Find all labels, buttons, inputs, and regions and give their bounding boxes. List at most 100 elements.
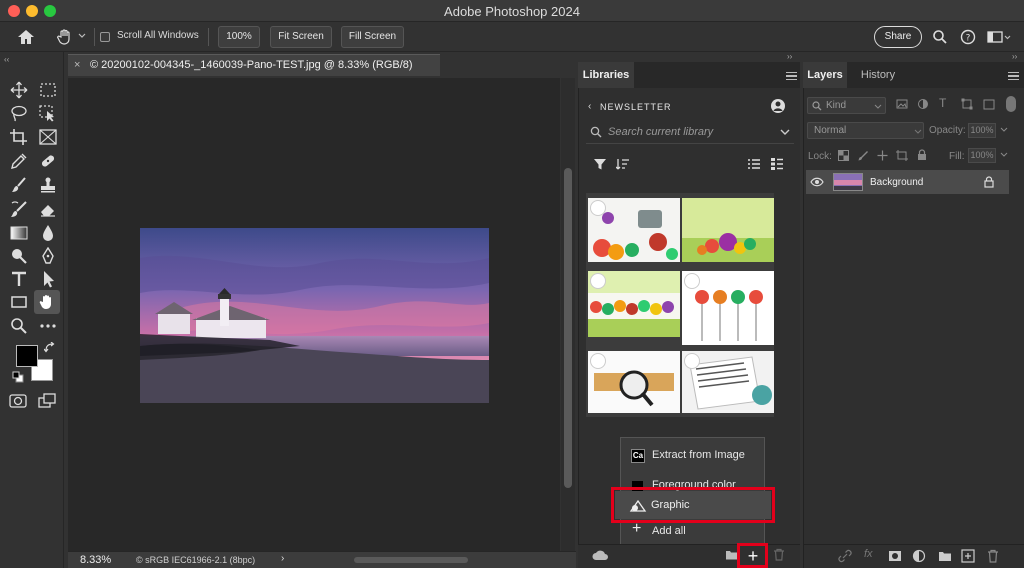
fill-field[interactable]: 100% xyxy=(968,148,996,163)
clone-stamp-tool-icon[interactable] xyxy=(38,176,58,194)
hand-tool-icon[interactable] xyxy=(37,293,57,311)
opacity-field[interactable]: 100% xyxy=(968,123,996,138)
library-item[interactable] xyxy=(682,351,774,413)
chevron-down-icon[interactable] xyxy=(78,33,86,39)
healing-brush-tool-icon[interactable] xyxy=(38,152,58,170)
zoom-100-button[interactable]: 100% xyxy=(218,26,260,48)
shape-filter-icon[interactable] xyxy=(961,98,973,110)
frame-tool-icon[interactable] xyxy=(38,128,58,146)
crop-tool-icon[interactable] xyxy=(9,128,29,146)
object-selection-tool-icon[interactable] xyxy=(38,104,58,122)
panel-menu-icon[interactable] xyxy=(786,72,797,80)
scroll-all-windows-label: Scroll All Windows xyxy=(117,30,199,41)
home-icon[interactable] xyxy=(16,28,36,46)
share-button[interactable]: Share xyxy=(874,26,922,48)
horizontal-scroll-thumb[interactable] xyxy=(354,557,468,563)
tab-layers[interactable]: Layers xyxy=(803,62,847,88)
link-layers-icon[interactable] xyxy=(838,549,852,563)
library-search[interactable]: Search current library xyxy=(586,120,794,144)
blur-tool-icon[interactable] xyxy=(38,224,58,242)
lock-artboard-icon[interactable] xyxy=(896,150,908,161)
lock-position-icon[interactable] xyxy=(877,150,888,161)
pen-tool-icon[interactable] xyxy=(38,247,58,265)
scroll-all-windows-checkbox[interactable] xyxy=(100,32,110,42)
collaborators-icon[interactable] xyxy=(770,98,786,114)
lock-transparent-icon[interactable] xyxy=(838,150,849,161)
library-item[interactable] xyxy=(588,198,680,262)
close-document-icon[interactable]: × xyxy=(74,59,80,71)
brush-tool-icon[interactable] xyxy=(9,176,29,194)
chevron-down-icon[interactable] xyxy=(780,129,790,136)
zoom-level[interactable]: 8.33% xyxy=(80,554,111,566)
tab-history[interactable]: History xyxy=(853,62,903,88)
search-placeholder: Search current library xyxy=(608,126,714,138)
eyedropper-tool-icon[interactable] xyxy=(9,152,29,170)
document-tab[interactable]: × © 20200102-004345-_1460039-Pano-TEST.j… xyxy=(68,54,440,76)
screen-mode-icon[interactable] xyxy=(37,392,57,410)
lasso-tool-icon[interactable] xyxy=(9,104,29,122)
type-tool-icon[interactable] xyxy=(9,270,29,288)
filter-toggle-switch[interactable] xyxy=(1006,96,1016,112)
library-item[interactable] xyxy=(682,271,774,345)
filter-icon[interactable] xyxy=(593,157,607,171)
library-item[interactable] xyxy=(588,271,680,337)
highlight-graphic-annotation xyxy=(611,487,775,523)
add-mask-icon[interactable] xyxy=(888,549,902,563)
swap-colors-icon[interactable] xyxy=(44,342,56,354)
menu-item-extract-from-image[interactable]: Ca Extract from Image xyxy=(621,442,766,468)
status-menu-chevron-icon[interactable]: › xyxy=(281,553,284,564)
help-icon[interactable]: ? xyxy=(960,29,976,45)
adjustment-filter-icon[interactable] xyxy=(917,98,929,110)
cloud-icon[interactable] xyxy=(592,550,608,561)
new-layer-icon[interactable] xyxy=(961,549,975,563)
quick-mask-icon[interactable] xyxy=(8,392,28,410)
gradient-tool-icon[interactable] xyxy=(9,224,29,242)
vertical-scrollbar[interactable] xyxy=(561,78,575,551)
foreground-color-swatch[interactable] xyxy=(16,345,38,367)
image-filter-icon[interactable] xyxy=(896,98,908,110)
dodge-tool-icon[interactable] xyxy=(9,247,29,265)
smart-object-filter-icon[interactable] xyxy=(983,98,995,110)
blend-mode-select[interactable]: Normal xyxy=(807,122,924,139)
chevron-down-icon xyxy=(874,104,882,109)
panel-menu-icon[interactable] xyxy=(1008,72,1019,80)
library-item[interactable] xyxy=(682,198,774,262)
lock-pixels-icon[interactable] xyxy=(858,150,869,161)
workspace-icon[interactable] xyxy=(987,29,1011,45)
more-tools-icon[interactable] xyxy=(38,317,58,335)
chevron-down-icon[interactable] xyxy=(1000,152,1008,158)
adjustment-layer-icon[interactable] xyxy=(912,549,926,563)
delete-layer-icon[interactable] xyxy=(986,549,1000,563)
path-selection-tool-icon[interactable] xyxy=(38,270,58,288)
chevron-down-icon xyxy=(914,129,922,134)
fill-screen-button[interactable]: Fill Screen xyxy=(341,26,404,48)
marquee-tool-icon[interactable] xyxy=(38,81,58,99)
visibility-eye-icon[interactable] xyxy=(810,177,824,187)
zoom-tool-icon[interactable] xyxy=(9,317,29,335)
eraser-tool-icon[interactable] xyxy=(38,200,58,218)
rectangle-tool-icon[interactable] xyxy=(9,293,29,311)
lock-all-icon[interactable] xyxy=(917,149,927,161)
kind-filter-select[interactable]: Kind xyxy=(807,97,886,114)
trash-icon[interactable] xyxy=(773,548,785,561)
new-group-icon[interactable] xyxy=(938,549,952,563)
collapse-panel-icon[interactable]: ›› xyxy=(1012,52,1017,61)
fit-screen-button[interactable]: Fit Screen xyxy=(270,26,332,48)
back-chevron-icon[interactable]: ‹ xyxy=(588,101,591,112)
move-tool-icon[interactable] xyxy=(9,81,29,99)
history-brush-tool-icon[interactable] xyxy=(9,200,29,218)
list-view-icon[interactable] xyxy=(747,157,761,171)
library-item[interactable] xyxy=(588,351,680,413)
layer-effects-icon[interactable]: fx xyxy=(864,548,873,560)
grid-list-icon[interactable] xyxy=(770,157,784,171)
tab-libraries[interactable]: Libraries xyxy=(578,62,634,88)
sort-icon[interactable] xyxy=(616,157,630,171)
collapse-panel-icon[interactable]: ›› xyxy=(787,52,792,61)
collapse-icon[interactable]: ‹‹ xyxy=(4,55,9,64)
search-icon[interactable] xyxy=(932,29,948,45)
default-colors-icon[interactable] xyxy=(12,371,24,383)
hand-icon[interactable] xyxy=(56,28,74,46)
chevron-down-icon[interactable] xyxy=(1000,127,1008,133)
scroll-thumb[interactable] xyxy=(564,168,572,488)
type-filter-icon[interactable]: T xyxy=(939,96,946,110)
